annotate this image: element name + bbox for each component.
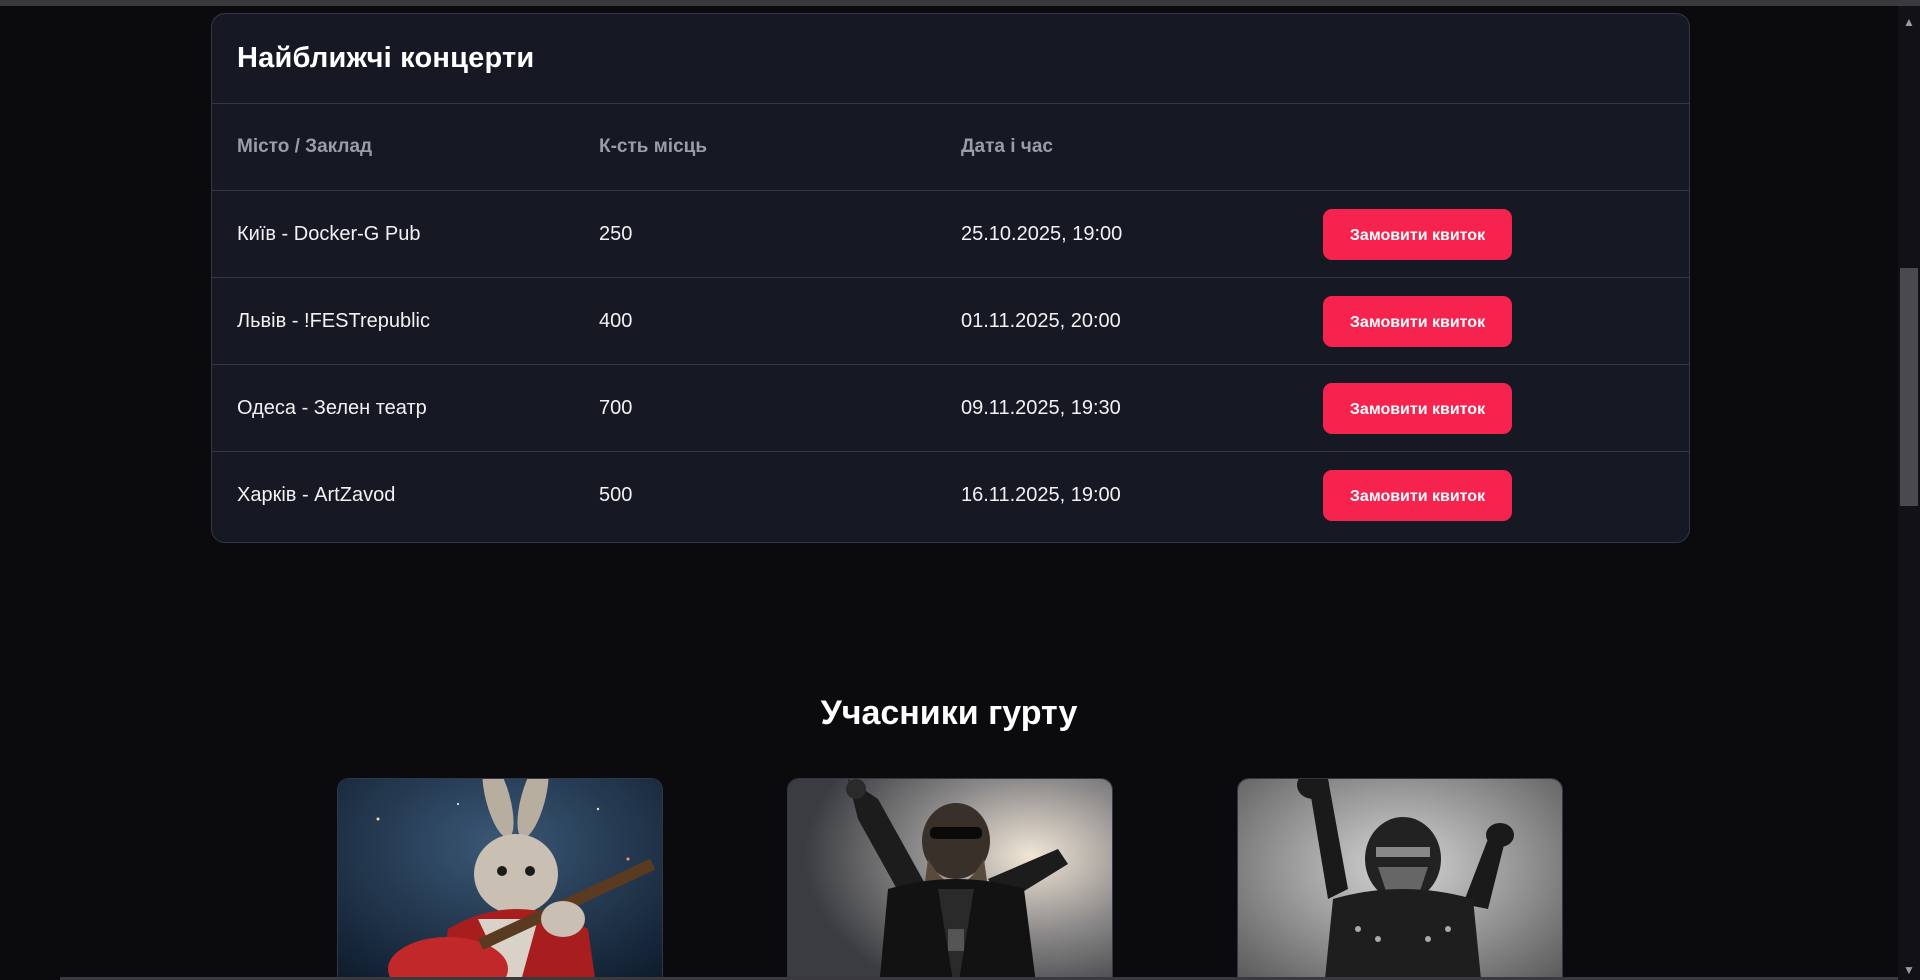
column-header-seats: К-сть місць bbox=[574, 104, 936, 191]
venue-cell: Львів - !FESTrepublic bbox=[212, 277, 574, 365]
table-header-row: Місто / Заклад К-сть місць Дата і час bbox=[212, 104, 1689, 191]
column-header-datetime: Дата і час bbox=[936, 104, 1298, 191]
table-row: Львів - !FESTrepublic 400 01.11.2025, 20… bbox=[212, 277, 1689, 365]
table-row: Одеса - Зелен театр 700 09.11.2025, 19:3… bbox=[212, 364, 1689, 452]
seats-cell: 500 bbox=[599, 483, 633, 506]
seats-cell: 250 bbox=[574, 190, 936, 278]
venue-cell: Харків - ArtZavod bbox=[237, 483, 396, 506]
order-ticket-button[interactable]: Замовити квиток bbox=[1323, 295, 1512, 347]
members-title: Учасники гурту bbox=[820, 694, 1078, 732]
venue-cell: Одеса - Зелен театр bbox=[212, 364, 574, 452]
scroll-down-arrow-icon[interactable]: ▼ bbox=[1901, 962, 1917, 978]
datetime-cell: 25.10.2025, 19:00 bbox=[936, 190, 1298, 278]
masked-warrior-photo bbox=[1238, 779, 1562, 980]
concerts-title: Найближчі концерти bbox=[212, 14, 1689, 104]
action-cell: Замовити квиток bbox=[1298, 364, 1689, 452]
table-row: Харків - ArtZavod 500 16.11.2025, 19:00 … bbox=[212, 452, 1689, 539]
action-cell: Замовити квиток bbox=[1298, 452, 1689, 539]
column-header-action bbox=[1298, 104, 1689, 191]
table-row: Київ - Docker-G Pub 250 25.10.2025, 19:0… bbox=[212, 190, 1689, 278]
order-ticket-button[interactable]: Замовити квиток bbox=[1323, 469, 1512, 521]
vertical-scrollbar[interactable]: ▲ ▼ bbox=[1898, 6, 1920, 980]
gorilla-rocker-photo bbox=[788, 779, 1112, 980]
seats-cell: 700 bbox=[574, 364, 936, 452]
member-card-masked-warrior[interactable] bbox=[1237, 778, 1563, 980]
order-ticket-button[interactable]: Замовити квиток bbox=[1323, 382, 1512, 434]
datetime-cell: 16.11.2025, 19:00 bbox=[961, 483, 1121, 506]
venue-cell: Київ - Docker-G Pub bbox=[212, 190, 574, 278]
action-cell: Замовити квиток bbox=[1298, 190, 1689, 278]
action-cell: Замовити квиток bbox=[1298, 277, 1689, 365]
datetime-cell: 09.11.2025, 19:30 bbox=[936, 364, 1298, 452]
member-card-gorilla-rocker[interactable] bbox=[787, 778, 1113, 980]
member-card-rabbit-guitarist[interactable] bbox=[337, 778, 663, 980]
rabbit-guitarist-photo bbox=[338, 779, 662, 980]
seats-cell: 400 bbox=[574, 277, 936, 365]
concerts-card: Найближчі концерти Місто / Заклад К-сть … bbox=[211, 13, 1690, 543]
scroll-up-arrow-icon[interactable]: ▲ bbox=[1901, 14, 1917, 30]
scrollbar-thumb[interactable] bbox=[1900, 268, 1918, 506]
column-header-venue: Місто / Заклад bbox=[212, 104, 574, 191]
page-content: Найближчі концерти Місто / Заклад К-сть … bbox=[0, 6, 1898, 980]
order-ticket-button[interactable]: Замовити квиток bbox=[1323, 208, 1512, 260]
datetime-cell: 01.11.2025, 20:00 bbox=[936, 277, 1298, 365]
concerts-table: Місто / Заклад К-сть місць Дата і час Ки… bbox=[212, 104, 1689, 538]
